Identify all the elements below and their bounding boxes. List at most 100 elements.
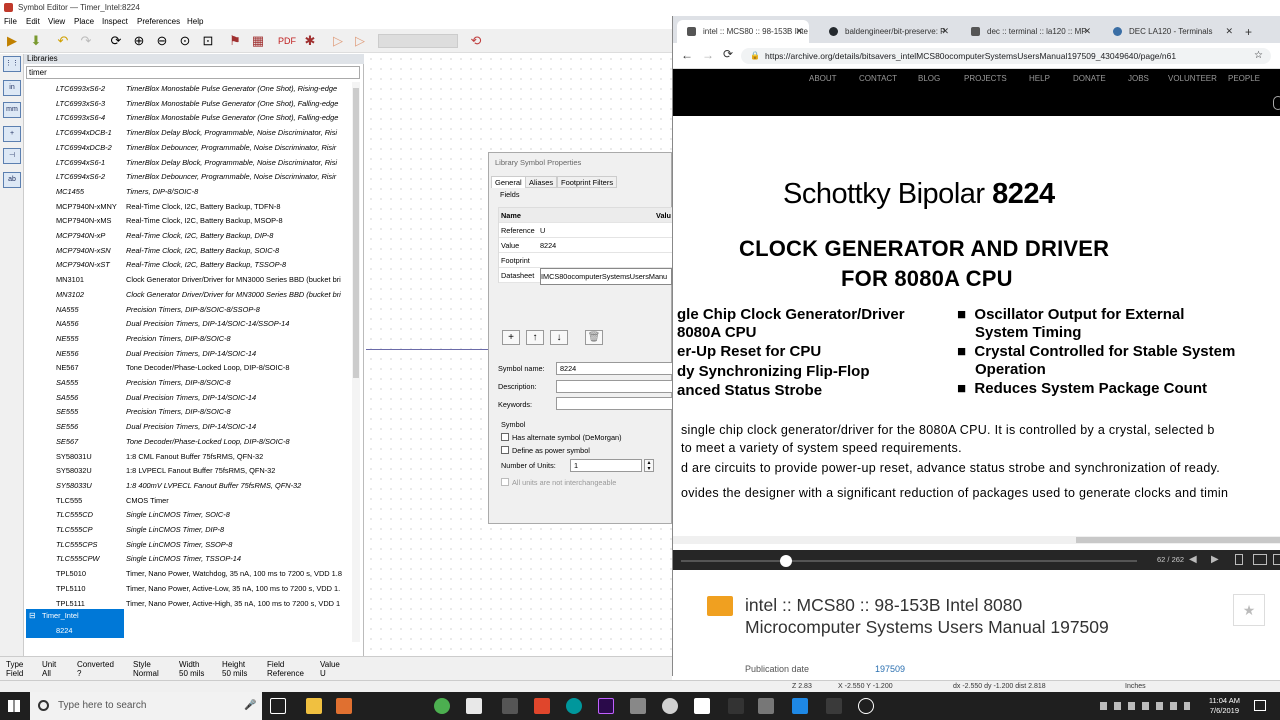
nav-link[interactable]: PEOPLE xyxy=(1228,74,1260,83)
notifications-icon[interactable] xyxy=(1254,700,1266,711)
taskbar-search-box[interactable]: Type here to search 🎤 xyxy=(30,692,262,720)
units-spinner[interactable]: 1 xyxy=(570,459,642,472)
library-row[interactable]: SA555 Precision Timers, DIP-8/SOIC-8 xyxy=(24,376,350,391)
delete-field-button[interactable]: 🗑 xyxy=(585,330,603,345)
nav-link[interactable]: CONTACT xyxy=(859,74,897,83)
library-row[interactable]: SE567 Tone Decoder/Phase-Locked Loop, DIP… xyxy=(24,435,350,450)
symbol-name-field[interactable]: 8224 xyxy=(556,362,673,375)
arduino-icon[interactable] xyxy=(566,698,582,714)
url-field[interactable]: 🔒 https://archive.org/details/bitsavers_… xyxy=(741,48,1271,64)
nav-link[interactable]: PROJECTS xyxy=(964,74,1007,83)
library-row[interactable]: SE555 Precision Timers, DIP-8/SOIC-8 xyxy=(24,405,350,420)
app-icon[interactable] xyxy=(728,698,744,714)
spinner-arrows-icon[interactable]: ▴ ▾ xyxy=(644,459,654,472)
forward-icon[interactable]: → xyxy=(702,48,714,62)
library-row[interactable]: SE556 Dual Precision Timers, DIP-14/SOIC-… xyxy=(24,420,350,435)
add-field-button[interactable]: + xyxy=(502,330,520,345)
library-row[interactable]: LTC6994xS6-1 TimerBlox Delay Block, Progr… xyxy=(24,156,350,171)
selected-library-row[interactable]: ⊟ Timer_Intel xyxy=(26,609,124,624)
taskbar-clock[interactable]: 11:04 AM 7/6/2019 xyxy=(1209,696,1240,716)
library-row[interactable]: TLC555CP Single LinCMOS Timer, DIP-8 xyxy=(24,523,350,538)
app-icon[interactable] xyxy=(758,698,774,714)
redo-icon[interactable]: ↷ xyxy=(78,33,94,49)
nav-link[interactable]: ABOUT xyxy=(809,74,837,83)
library-row[interactable]: MC1455 Timers, DIP-8/SOIC-8 xyxy=(24,185,350,200)
field-row[interactable]: Value 8224 xyxy=(499,238,674,253)
vscode-icon[interactable] xyxy=(792,698,808,714)
move-up-button[interactable]: ↑ xyxy=(526,330,544,345)
app-icon[interactable] xyxy=(858,698,874,714)
premiere-icon[interactable] xyxy=(598,698,614,714)
reload-icon[interactable]: ⟳ xyxy=(723,47,733,61)
pin-table-icon[interactable]: ▦ xyxy=(250,33,266,49)
user-icon[interactable] xyxy=(1273,96,1280,110)
undo-icon[interactable]: ↶ xyxy=(55,33,71,49)
app-icon[interactable] xyxy=(502,698,518,714)
nav-link[interactable]: HELP xyxy=(1029,74,1050,83)
library-row[interactable]: LTC6994xDCB-1 TimerBlox Delay Block, Prog… xyxy=(24,126,350,141)
menu-view[interactable]: View xyxy=(48,17,65,26)
app-icon[interactable] xyxy=(336,698,352,714)
library-row[interactable]: LTC6994xDCB-2 TimerBlox Debouncer, Progra… xyxy=(24,141,350,156)
browser-tab[interactable]: dec :: terminal :: la120 :: MP ✕ xyxy=(961,20,1097,43)
menu-edit[interactable]: Edit xyxy=(26,17,40,26)
refresh-icon[interactable]: ⟳ xyxy=(108,33,124,49)
library-row[interactable]: LTC6994xS6-2 TimerBlox Debouncer, Program… xyxy=(24,170,350,185)
library-row[interactable]: NA556 Dual Precision Timers, DIP-14/SOIC-… xyxy=(24,317,350,332)
tab-footprint-filters[interactable]: Footprint Filters xyxy=(557,176,618,188)
library-row[interactable]: TPL5010 Timer, Nano Power, Watchdog, 35 n… xyxy=(24,567,350,582)
demorgan-normal-icon[interactable]: ▷ xyxy=(330,33,346,49)
menu-inspect[interactable]: Inspect xyxy=(102,17,128,26)
datasheet-icon[interactable]: PDF xyxy=(278,33,296,49)
one-page-view-icon[interactable] xyxy=(1235,554,1243,565)
library-row[interactable]: LTC6993xS6-2 TimerBlox Monostable Pulse G… xyxy=(24,82,350,97)
new-tab-icon[interactable]: + xyxy=(1245,25,1252,39)
library-row[interactable]: MN3101 Clock Generator Driver/Driver for … xyxy=(24,273,350,288)
library-row[interactable]: TPL5110 Timer, Nano Power, Active-Low, 35… xyxy=(24,582,350,597)
app-icon[interactable] xyxy=(534,698,550,714)
library-row[interactable]: MCP7940N-xMS Real-Time Clock, I2C, Batter… xyxy=(24,214,350,229)
demorgan-alt-icon[interactable]: ▷ xyxy=(352,33,368,49)
zoom-selection-icon[interactable]: ⊡ xyxy=(200,33,216,49)
library-row[interactable]: SY58031U 1:8 CML Fanout Buffer 75fsRMS, Q… xyxy=(24,450,350,465)
collapse-icon[interactable]: ⊟ xyxy=(29,609,36,624)
library-row[interactable]: TLC555 CMOS Timer xyxy=(24,494,350,509)
nav-link[interactable]: JOBS xyxy=(1128,74,1149,83)
microphone-icon[interactable]: 🎤 xyxy=(244,692,256,720)
tab-general[interactable]: General xyxy=(491,176,526,188)
move-down-button[interactable]: ↓ xyxy=(550,330,568,345)
library-row[interactable]: TLC555CD Single LinCMOS Timer, SOIC-8 xyxy=(24,508,350,523)
library-row[interactable]: NA555 Precision Timers, DIP-8/SOIC-8/SSOP… xyxy=(24,303,350,318)
favorite-star-icon[interactable]: ★ xyxy=(1233,594,1265,626)
interchangeable-checkbox[interactable] xyxy=(501,478,509,486)
library-row[interactable]: NE555 Precision Timers, DIP-8/SOIC-8 xyxy=(24,332,350,347)
tab-aliases[interactable]: Aliases xyxy=(525,176,558,188)
back-icon[interactable]: ← xyxy=(681,48,693,62)
check-icon[interactable]: ✱ xyxy=(302,33,318,49)
keywords-field[interactable] xyxy=(556,397,673,410)
browser-tab[interactable]: baldengineer/bit-preserve: P ✕ xyxy=(819,20,955,43)
library-row[interactable]: MN3102 Clock Generator Driver/Driver for … xyxy=(24,288,350,303)
page-slider-handle[interactable] xyxy=(779,555,792,567)
unit-selector[interactable] xyxy=(378,34,458,48)
library-row[interactable]: MCP7940N-xMNY Real-Time Clock, I2C, Batte… xyxy=(24,200,350,215)
close-tab-icon[interactable]: ✕ xyxy=(795,20,803,43)
menu-file[interactable]: File xyxy=(4,17,17,26)
close-tab-icon[interactable]: ✕ xyxy=(1225,20,1233,43)
library-row[interactable]: NE556 Dual Precision Timers, DIP-14/SOIC-… xyxy=(24,347,350,362)
app-icon[interactable] xyxy=(630,698,646,714)
field-row[interactable]: Datasheet IMCS80ocomputerSystemsUsersManu xyxy=(499,268,674,285)
app-icon[interactable] xyxy=(694,698,710,714)
library-row[interactable]: TLC555CPW Single LinCMOS Timer, TSSOP-14 xyxy=(24,552,350,567)
book-page[interactable]: Schottky Bipolar 8224 CLOCK GENERATOR AN… xyxy=(673,116,1280,543)
sync-pins-icon[interactable]: ⟲ xyxy=(468,33,484,49)
units-mm-button[interactable]: mm xyxy=(3,102,21,118)
app-icon[interactable] xyxy=(662,698,678,714)
menu-preferences[interactable]: Preferences xyxy=(137,17,180,26)
field-row[interactable]: Reference U xyxy=(499,223,674,238)
library-row[interactable]: LTC6993xS6-4 TimerBlox Monostable Pulse G… xyxy=(24,111,350,126)
library-row[interactable]: SA556 Dual Precision Timers, DIP-14/SOIC-… xyxy=(24,391,350,406)
publication-date-link[interactable]: 197509 xyxy=(875,664,905,674)
bookmark-star-icon[interactable]: ☆ xyxy=(1254,48,1263,64)
grid-view-icon[interactable] xyxy=(1273,554,1280,565)
